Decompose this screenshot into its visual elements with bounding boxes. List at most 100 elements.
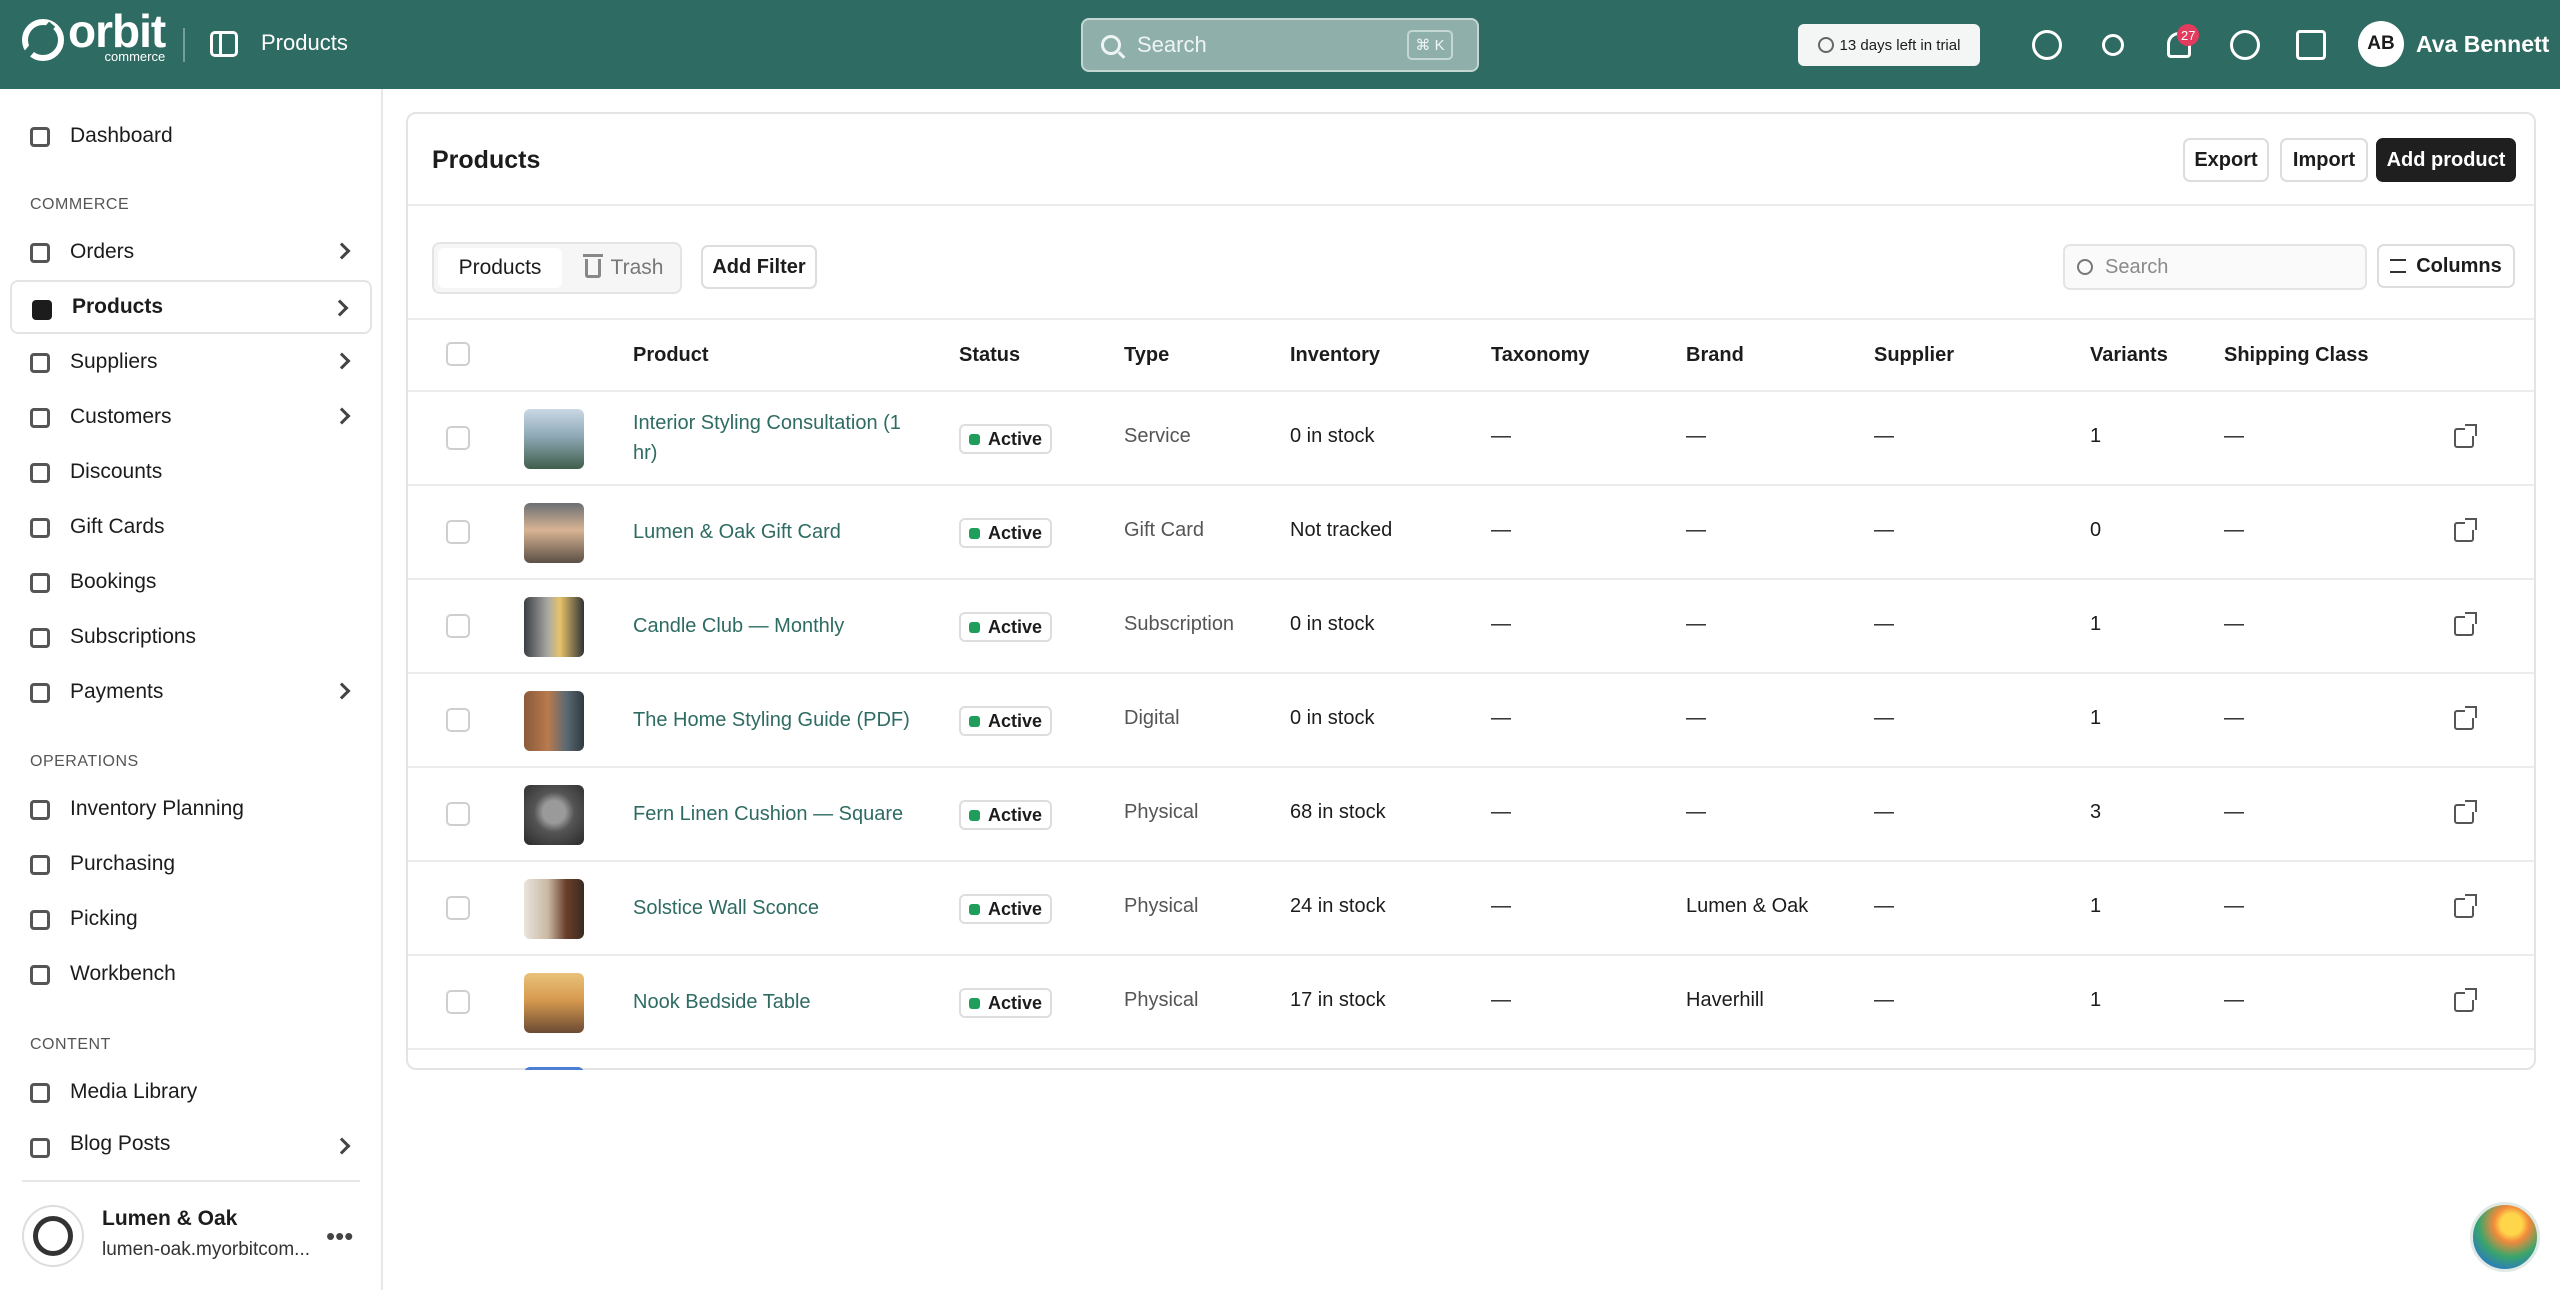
table-row[interactable]: Interior Styling Consultation (1 hr) Act… bbox=[408, 392, 2534, 486]
sidebar-item-picking[interactable]: Picking bbox=[10, 892, 372, 946]
sidebar-item-dashboard[interactable]: Dashboard bbox=[10, 109, 372, 163]
export-button[interactable]: Export bbox=[2183, 138, 2269, 182]
product-taxonomy: — bbox=[1491, 519, 1511, 541]
row-checkbox[interactable] bbox=[446, 896, 470, 920]
more-icon[interactable]: ••• bbox=[326, 1221, 353, 1252]
user-name[interactable]: Ava Bennett bbox=[2416, 31, 2549, 58]
column-header-variants[interactable]: Variants bbox=[2090, 344, 2168, 367]
external-link-icon[interactable] bbox=[2454, 706, 2477, 730]
help-icon[interactable] bbox=[2228, 28, 2262, 62]
sidebar-item-discounts[interactable]: Discounts bbox=[10, 445, 372, 499]
table-row[interactable] bbox=[408, 1050, 2534, 1070]
row-checkbox[interactable] bbox=[446, 708, 470, 732]
clipboard-icon bbox=[30, 800, 50, 820]
calendar-icon bbox=[30, 573, 50, 593]
table-row[interactable]: The Home Styling Guide (PDF) Active Digi… bbox=[408, 674, 2534, 768]
product-name-link[interactable]: Interior Styling Consultation (1 hr) bbox=[633, 408, 923, 468]
sidebar-item-blog-posts[interactable]: Blog Posts bbox=[10, 1120, 372, 1168]
columns-button[interactable]: Columns bbox=[2377, 244, 2515, 288]
sidebar-item-workbench[interactable]: Workbench bbox=[10, 947, 372, 1001]
store-switcher[interactable]: Lumen & Oak lumen-oak.myorbitcom... ••• bbox=[22, 1199, 362, 1279]
table-row[interactable]: Fern Linen Cushion — Square Active Physi… bbox=[408, 768, 2534, 862]
tab-trash-label: Trash bbox=[610, 256, 664, 279]
chat-icon[interactable] bbox=[2030, 28, 2064, 62]
sidebar-item-bookings[interactable]: Bookings bbox=[10, 555, 372, 609]
column-header-shipping-class[interactable]: Shipping Class bbox=[2224, 344, 2368, 367]
external-link-icon[interactable] bbox=[2454, 800, 2477, 824]
external-link-icon[interactable] bbox=[2454, 424, 2477, 448]
product-thumbnail bbox=[524, 785, 584, 845]
table-row[interactable]: Candle Club — Monthly Active Subscriptio… bbox=[408, 580, 2534, 674]
sidebar-toggle-icon[interactable] bbox=[210, 31, 238, 57]
row-checkbox[interactable] bbox=[446, 614, 470, 638]
store-icon[interactable] bbox=[2294, 28, 2328, 62]
external-link-icon[interactable] bbox=[2454, 894, 2477, 918]
assistant-launcher-icon[interactable] bbox=[2470, 1202, 2540, 1272]
column-header-taxonomy[interactable]: Taxonomy bbox=[1491, 344, 1590, 367]
product-variants: 1 bbox=[2090, 425, 2102, 447]
sidebar-item-label: Products bbox=[72, 295, 164, 318]
product-type: Gift Card bbox=[1124, 519, 1205, 541]
product-taxonomy: — bbox=[1491, 613, 1511, 635]
sidebar-item-customers[interactable]: Customers bbox=[10, 390, 372, 444]
tab-products[interactable]: Products bbox=[438, 248, 562, 288]
product-type: Subscription bbox=[1124, 613, 1235, 635]
column-header-brand[interactable]: Brand bbox=[1686, 344, 1744, 367]
row-checkbox[interactable] bbox=[446, 802, 470, 826]
map-pin-icon bbox=[30, 910, 50, 930]
section-label-content: CONTENT bbox=[30, 1036, 111, 1053]
external-link-icon[interactable] bbox=[2454, 988, 2477, 1012]
product-type: Physical bbox=[1124, 895, 1199, 917]
table-row[interactable]: Lumen & Oak Gift Card Active Gift Card N… bbox=[408, 486, 2534, 580]
theme-sun-icon[interactable] bbox=[2096, 28, 2130, 62]
brand-logo[interactable]: orbit commerce bbox=[22, 8, 166, 63]
add-filter-button[interactable]: Add Filter bbox=[701, 245, 817, 289]
sidebar-item-orders[interactable]: Orders bbox=[10, 225, 372, 279]
row-checkbox[interactable] bbox=[446, 990, 470, 1014]
product-name-link[interactable]: Lumen & Oak Gift Card bbox=[633, 517, 841, 547]
table-row[interactable]: Nook Bedside Table Active Physical 17 in… bbox=[408, 956, 2534, 1050]
store-url: lumen-oak.myorbitcom... bbox=[102, 1239, 311, 1260]
global-search-input[interactable]: Search ⌘ K bbox=[1081, 18, 1479, 72]
product-name-link[interactable]: Solstice Wall Sconce bbox=[633, 893, 819, 923]
table-search-input[interactable]: Search bbox=[2063, 244, 2367, 290]
sidebar-item-label: Media Library bbox=[70, 1080, 198, 1103]
product-name-link[interactable]: Candle Club — Monthly bbox=[633, 611, 844, 641]
import-button[interactable]: Import bbox=[2280, 138, 2368, 182]
external-link-icon[interactable] bbox=[2454, 612, 2477, 636]
select-all-checkbox[interactable] bbox=[446, 342, 470, 366]
product-name-link[interactable]: Fern Linen Cushion — Square bbox=[633, 799, 903, 829]
product-name-link[interactable]: The Home Styling Guide (PDF) bbox=[633, 705, 910, 735]
sidebar-item-label: Bookings bbox=[70, 570, 157, 593]
chevron-right-icon bbox=[333, 242, 351, 260]
sidebar-item-purchasing[interactable]: Purchasing bbox=[10, 837, 372, 891]
column-header-type[interactable]: Type bbox=[1124, 344, 1169, 367]
sidebar-item-media-library[interactable]: Media Library bbox=[10, 1065, 372, 1119]
row-checkbox[interactable] bbox=[446, 520, 470, 544]
product-supplier: — bbox=[1874, 425, 1894, 447]
sidebar-item-gift-cards[interactable]: Gift Cards bbox=[10, 500, 372, 554]
external-link-icon[interactable] bbox=[2454, 518, 2477, 542]
package-icon bbox=[30, 965, 50, 985]
column-header-supplier[interactable]: Supplier bbox=[1874, 344, 1954, 367]
table-row[interactable]: Solstice Wall Sconce Active Physical 24 … bbox=[408, 862, 2534, 956]
chevron-right-icon bbox=[331, 299, 349, 317]
add-product-button[interactable]: Add product bbox=[2376, 138, 2516, 182]
row-checkbox[interactable] bbox=[446, 426, 470, 450]
sidebar-item-suppliers[interactable]: Suppliers bbox=[10, 335, 372, 389]
page-title: Products bbox=[432, 146, 541, 174]
sidebar-item-products[interactable]: Products bbox=[10, 280, 372, 334]
avatar[interactable]: AB bbox=[2358, 21, 2404, 67]
column-header-inventory[interactable]: Inventory bbox=[1290, 344, 1380, 367]
column-header-status[interactable]: Status bbox=[959, 344, 1020, 367]
column-header-product[interactable]: Product bbox=[633, 344, 709, 367]
product-inventory: 0 in stock bbox=[1290, 613, 1375, 635]
sidebar-item-subscriptions[interactable]: Subscriptions bbox=[10, 610, 372, 664]
product-inventory: 68 in stock bbox=[1290, 801, 1386, 823]
sidebar-item-inventory-planning[interactable]: Inventory Planning bbox=[10, 782, 372, 836]
product-name-link[interactable]: Nook Bedside Table bbox=[633, 987, 811, 1017]
sidebar-item-payments[interactable]: Payments bbox=[10, 665, 372, 719]
tab-trash[interactable]: Trash bbox=[572, 248, 676, 288]
trial-badge[interactable]: 13 days left in trial bbox=[1798, 24, 1980, 66]
product-taxonomy: — bbox=[1491, 425, 1511, 447]
